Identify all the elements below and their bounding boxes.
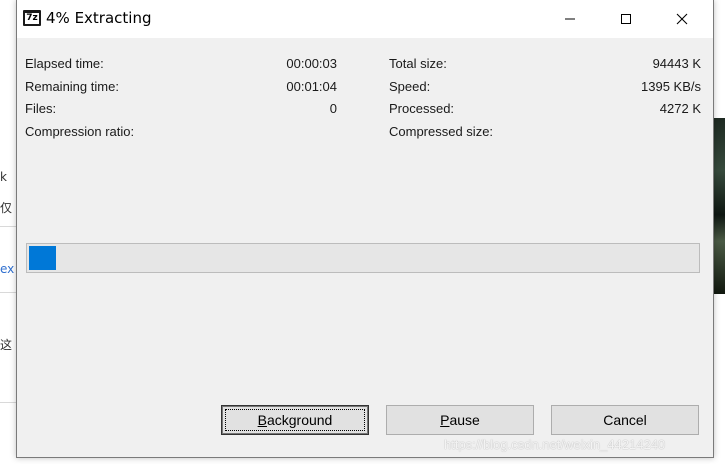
files-value: 0 [329,101,337,116]
speed-value: 1395 KB/s [641,79,701,94]
title-bar[interactable]: 7z 4% Extracting [17,0,713,38]
compressed-size-label: Compressed size: [389,124,494,139]
background-text: k [0,170,7,184]
background-image-edge [714,118,725,294]
remaining-time-label: Remaining time: [25,79,119,94]
7zip-app-icon: 7z [23,10,41,26]
background-divider [0,402,16,403]
maximize-icon [621,14,631,24]
background-link[interactable]: ex [0,262,14,276]
total-size-value: 94443 K [652,56,701,71]
minimize-button[interactable] [547,0,593,38]
elapsed-time-label: Elapsed time: [25,56,104,71]
background-button[interactable]: Background [221,405,369,435]
close-icon [676,13,688,25]
background-text: 仅 [0,201,13,215]
total-size-label: Total size: [389,56,447,71]
pause-button[interactable]: Pause [386,405,534,435]
watermark-text: https://blog.csdn.net/weixin_44214240 [444,437,666,452]
processed-value: 4272 K [659,101,701,116]
extract-progress-dialog: 7z 4% Extracting Elapsed time: 00:00:03 … [16,0,714,458]
speed-label: Speed: [389,79,431,94]
processed-label: Processed: [389,101,455,116]
background-text: 这 [0,338,13,352]
progress-bar-fill [29,246,56,270]
close-button[interactable] [659,0,705,38]
files-label: Files: [25,101,57,116]
cancel-button[interactable]: Cancel [551,405,699,435]
elapsed-time-value: 00:00:03 [286,56,337,71]
focus-indicator [225,409,365,431]
compression-ratio-label: Compression ratio: [25,124,135,139]
minimize-icon [565,18,575,20]
maximize-button[interactable] [603,0,649,38]
extraction-progress-bar [26,243,700,273]
background-divider [0,226,16,227]
window-title: 4% Extracting [46,9,152,27]
remaining-time-value: 00:01:04 [286,79,337,94]
background-divider [0,292,16,293]
